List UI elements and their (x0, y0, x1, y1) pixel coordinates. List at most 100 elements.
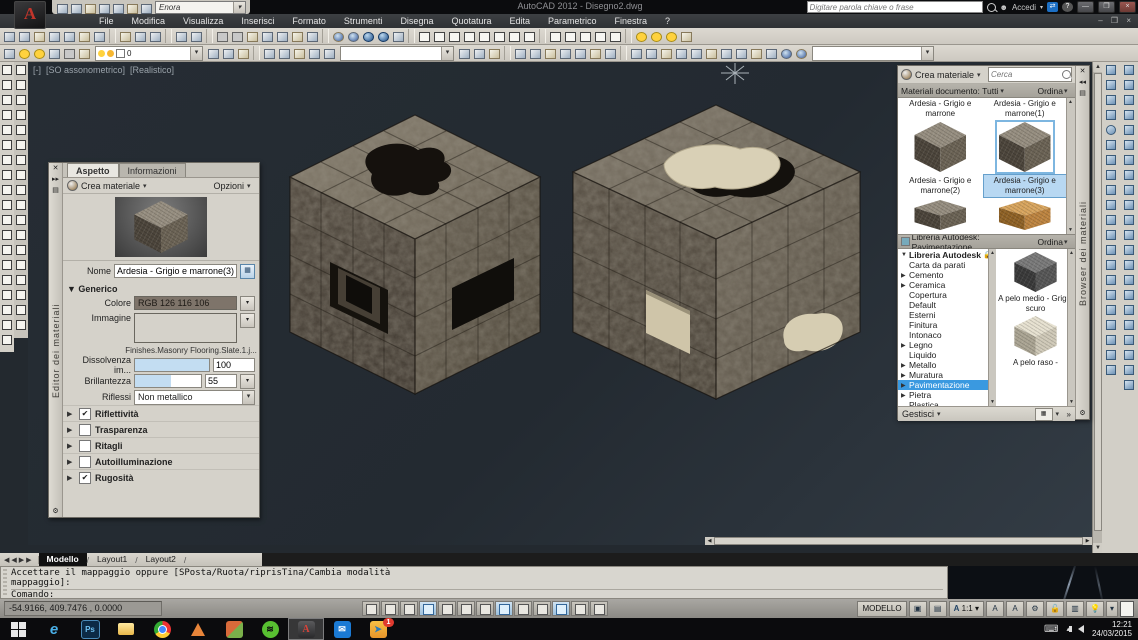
properties-icon[interactable]: ▤ (1077, 88, 1088, 99)
gloss-slider[interactable] (134, 374, 202, 388)
scroll-down-icon[interactable]: ▼ (989, 398, 996, 406)
break-at-point-icon[interactable] (14, 227, 28, 242)
polygon-icon[interactable] (0, 107, 14, 122)
checkbox-checked-icon[interactable]: ✔ (79, 408, 91, 420)
fade-value-field[interactable] (213, 358, 255, 372)
match-properties-icon[interactable] (148, 29, 163, 44)
chevron-down-icon[interactable]: ▾ (937, 410, 945, 418)
workspace-gear-icon[interactable]: ⚙ (1026, 601, 1044, 617)
clean-solid-icon[interactable] (1122, 257, 1136, 272)
sun-sky-icon[interactable] (664, 29, 679, 44)
autocad-logo-icon[interactable]: A (14, 1, 46, 29)
arc-icon[interactable] (0, 137, 14, 152)
material-sphere-icon[interactable] (376, 29, 391, 44)
menu-finestra[interactable]: Finestra (606, 14, 657, 28)
multiline-text-icon[interactable] (0, 332, 14, 347)
checkbox-checked-icon[interactable]: ✔ (79, 472, 91, 484)
show-motion-icon[interactable] (322, 46, 337, 61)
material-thumbnail[interactable] (912, 122, 968, 172)
search-icon[interactable] (1062, 70, 1071, 79)
material-preview-image[interactable] (115, 197, 207, 257)
expand-icon[interactable]: ▶ (901, 382, 907, 389)
tree-item[interactable]: Liquido (898, 350, 995, 360)
tree-item[interactable]: Esterni (898, 310, 995, 320)
object-snap-toggle[interactable] (438, 601, 456, 616)
vs-2d-wireframe-icon[interactable] (629, 46, 644, 61)
help-tool-icon[interactable] (305, 29, 320, 44)
volume-icon[interactable] (1078, 625, 1084, 633)
copy-clip-icon[interactable] (118, 29, 133, 44)
sheet-set-manager-icon[interactable] (275, 29, 290, 44)
keyboard-icon[interactable]: ⌨ (1044, 624, 1058, 635)
text-multiline-icon[interactable] (417, 29, 432, 44)
chevron-down-icon[interactable]: ▾ (1064, 238, 1072, 246)
field-icon[interactable] (245, 29, 260, 44)
properties-combo[interactable]: ▾ (340, 46, 454, 61)
mirror-icon[interactable] (14, 92, 28, 107)
tree-item[interactable]: Plastica (898, 400, 995, 406)
vs-grey-icon[interactable] (734, 46, 749, 61)
solid-wedge-icon[interactable] (1104, 92, 1118, 107)
table-2-icon[interactable] (0, 317, 14, 332)
paste-clip-icon[interactable] (133, 29, 148, 44)
section-autoilluminazione[interactable]: ▶ Autoilluminazione (63, 453, 259, 469)
check-solid-icon[interactable] (1122, 287, 1136, 302)
model-space-button[interactable]: MODELLO (857, 601, 906, 617)
redo-icon[interactable] (140, 1, 153, 13)
expand-icon[interactable]: ▶ (901, 282, 907, 289)
light-list-icon[interactable] (679, 29, 694, 44)
section-plane-icon[interactable] (1122, 347, 1136, 362)
scale-tool-icon[interactable] (487, 46, 502, 61)
revolve-icon[interactable] (1104, 227, 1118, 242)
extract-edges-icon[interactable] (1122, 62, 1136, 77)
checkbox-icon[interactable] (79, 456, 91, 468)
scroll-right-icon[interactable]: ▶ (1083, 537, 1092, 545)
region-icon[interactable] (0, 302, 14, 317)
document-materials-title[interactable]: Materiali documento: Tutti (901, 86, 998, 96)
move-faces-icon[interactable] (1122, 152, 1136, 167)
copy-icon[interactable] (14, 77, 28, 92)
dim-angular-icon[interactable] (593, 29, 608, 44)
chevron-down-icon[interactable]: ▾ (921, 47, 933, 60)
pan-realtime-icon[interactable] (262, 46, 277, 61)
vs-realistic-icon[interactable] (674, 46, 689, 61)
expand-icon[interactable]: ▶ (67, 458, 75, 466)
gear-icon[interactable]: ⚙ (50, 506, 61, 517)
plot-icon[interactable] (47, 29, 62, 44)
material-item[interactable]: Ardesia - Grigio e marrone (898, 98, 983, 120)
chevron-down-icon[interactable]: ▾ (441, 47, 453, 60)
3d-move-icon[interactable] (1104, 317, 1118, 332)
point-icon[interactable] (0, 257, 14, 272)
signin-label[interactable]: Accedi (1012, 3, 1036, 12)
sun-properties-icon[interactable] (634, 29, 649, 44)
tree-item[interactable]: ▶Metallo (898, 360, 995, 370)
create-material-button[interactable]: Crea materiale (81, 181, 140, 191)
gradient-icon[interactable] (0, 287, 14, 302)
ucs-object-icon[interactable] (573, 46, 588, 61)
join-icon[interactable] (14, 257, 28, 272)
infocenter-search-input[interactable] (807, 1, 983, 13)
chevron-down-icon[interactable]: ▾ (240, 296, 255, 311)
dim-linear-icon[interactable] (548, 29, 563, 44)
minimize-button[interactable]: — (1077, 1, 1094, 13)
help-icon[interactable]: ? (1062, 2, 1073, 12)
rotate-icon[interactable] (472, 46, 487, 61)
render-region-icon[interactable] (779, 46, 794, 61)
tab-modello[interactable]: Modello (39, 553, 87, 566)
solid-subtract-icon[interactable] (1104, 287, 1118, 302)
menu-help[interactable]: ? (656, 14, 679, 28)
menu-strumenti[interactable]: Strumenti (335, 14, 392, 28)
copy-faces-icon[interactable] (1122, 167, 1136, 182)
taskbar-vlc[interactable] (180, 618, 216, 640)
color-faces-icon[interactable] (1122, 227, 1136, 242)
close-icon[interactable]: ✕ (50, 163, 61, 174)
insert-block-2-icon[interactable] (0, 227, 14, 242)
move-icon[interactable] (457, 46, 472, 61)
solid-union-icon[interactable] (1104, 272, 1118, 287)
shell-icon[interactable] (1122, 242, 1136, 257)
object-snap-tracking-toggle[interactable] (457, 601, 475, 616)
material-search-input[interactable] (989, 70, 1062, 79)
chevron-down-icon[interactable]: ▾ (242, 391, 254, 404)
chamfer-icon[interactable] (14, 272, 28, 287)
section-rugosita[interactable]: ▶ ✔ Rugosità (63, 469, 259, 485)
